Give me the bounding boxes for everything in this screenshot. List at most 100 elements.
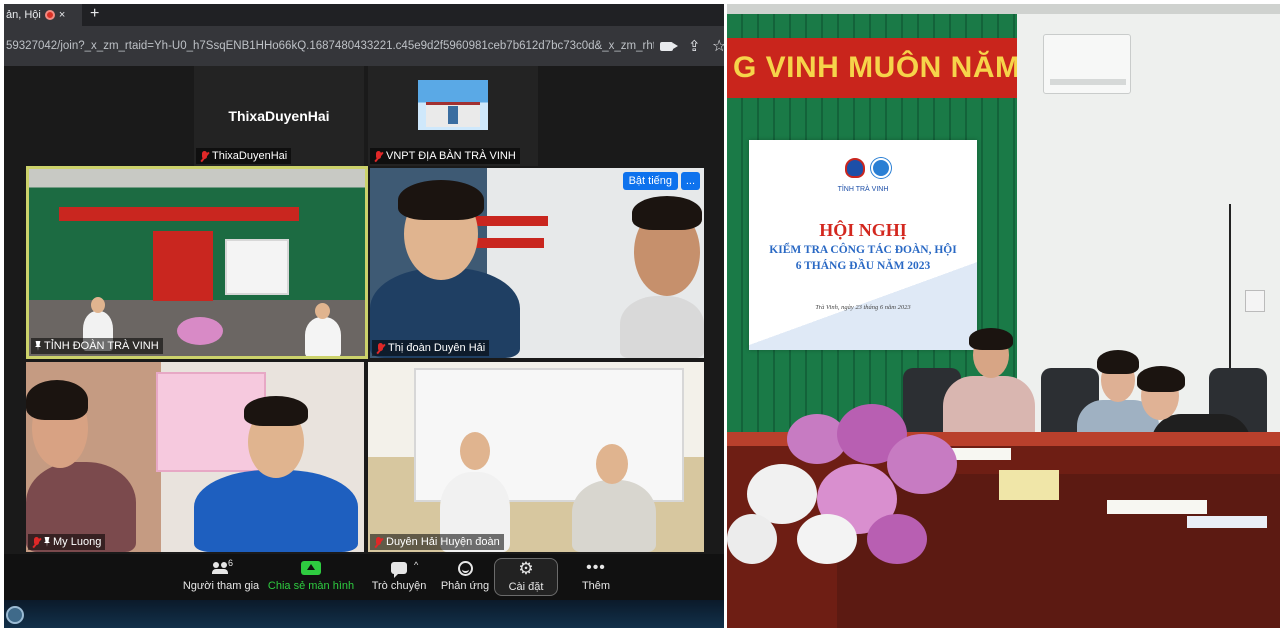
scene-head [315, 303, 330, 319]
mic-off-icon [374, 150, 383, 162]
attendee-hair [1097, 350, 1139, 374]
more-button[interactable]: ••• Thêm [568, 558, 624, 596]
screen-subtitle-line1: KIỂM TRA CÔNG TÁC ĐOÀN, HỘI [769, 244, 957, 256]
attendee-hair [1137, 366, 1185, 392]
video-tile-my-luong[interactable]: My Luong [26, 362, 364, 552]
scene-person [305, 317, 341, 356]
scene-hair [632, 196, 702, 230]
wall-banner: G VINH MUÔN NĂM [727, 38, 1020, 98]
scene-flowers [177, 317, 223, 345]
youth-association-logo-icon [871, 158, 891, 178]
orchid-petal [867, 514, 927, 564]
participant-name: My Luong [53, 536, 102, 548]
orchid-petal [887, 434, 957, 494]
speaker-hair [969, 328, 1013, 350]
scene-person [620, 296, 704, 358]
participant-name: Thị đoàn Duyên Hải [388, 342, 486, 354]
orchid-flowers [727, 394, 967, 594]
scene-banner [59, 207, 299, 221]
bookmark-star-icon[interactable]: ☆ [712, 36, 724, 56]
smiley-icon [457, 560, 473, 576]
scene-person [194, 470, 358, 552]
scene-head [596, 444, 628, 484]
pin-icon [35, 341, 41, 351]
screen-title: HỘI NGHỊ [819, 220, 907, 240]
new-tab-button[interactable]: + [90, 6, 99, 22]
participant-name-tag: VNPT ĐỊA BÀN TRÀ VINH [370, 148, 520, 164]
video-tile-vnpt[interactable]: VNPT ĐỊA BÀN TRÀ VINH [368, 66, 538, 166]
participant-name-tag: Thị đoàn Duyên Hải [372, 340, 490, 356]
scene-flag [153, 231, 213, 301]
mic-off-icon [376, 342, 385, 354]
participant-name: ThixaDuyenHai [212, 150, 288, 162]
settings-label: Cài đặt [508, 581, 544, 593]
reactions-button[interactable]: Phản ứng [438, 558, 492, 596]
mic-off-icon [374, 536, 383, 548]
scene-head [91, 297, 105, 313]
orchid-petal [727, 514, 777, 564]
participants-label: Người tham gia [182, 580, 260, 592]
scene-hair [26, 380, 88, 420]
address-bar[interactable]: 59327042/join?_x_zm_rtaid=Yh-U0_h7SsqENB… [4, 26, 724, 66]
share-screen-button[interactable]: Chia sẻ màn hình [266, 558, 356, 596]
wall-socket [1245, 290, 1265, 312]
participant-name-tag: ThixaDuyenHai [196, 148, 292, 164]
zoom-gallery-view: ThixaDuyenHai ThixaDuyenHai VNPT ĐỊA BÀN… [4, 66, 724, 554]
mic-off-icon [32, 536, 41, 548]
video-tile-tinh-doan[interactable]: TỈNH ĐOÀN TRÀ VINH [26, 166, 368, 359]
browser-tab[interactable]: ản, Hội × [4, 4, 82, 26]
participant-name: TỈNH ĐOÀN TRÀ VINH [44, 340, 159, 352]
settings-button[interactable]: ⚙ Cài đặt [494, 558, 558, 596]
participants-button[interactable]: 6 Người tham gia [182, 558, 260, 596]
url-text[interactable]: 59327042/join?_x_zm_rtaid=Yh-U0_h7SsqENB… [6, 40, 654, 52]
share-screen-icon [301, 561, 321, 575]
chat-icon [391, 562, 407, 578]
share-icon[interactable]: ⇪ [688, 37, 701, 55]
screen-date: Trà Vinh, ngày 23 tháng 6 năm 2023 [815, 304, 911, 311]
video-tile-thixaduyenhai[interactable]: ThixaDuyenHai ThixaDuyenHai [194, 66, 364, 166]
os-taskbar [4, 600, 724, 628]
tab-close-icon[interactable]: × [59, 9, 65, 21]
paper-sheet [1187, 516, 1267, 528]
meeting-room-photo: G VINH MUÔN NĂM TỈNH TRÀ VINH HỘI NGHỊ K… [727, 4, 1280, 628]
chat-label: Trò chuyện [371, 580, 427, 592]
browser-tab-bar: ản, Hội × + [4, 4, 724, 26]
scene-hair [244, 396, 308, 426]
scene-projection [225, 239, 289, 295]
participant-name-tag: My Luong [28, 534, 106, 550]
mic-off-icon [200, 150, 209, 162]
scene-head [460, 432, 490, 470]
tissue-box [999, 470, 1059, 500]
wall-wire [1229, 204, 1231, 384]
air-conditioner [1043, 34, 1131, 94]
gear-icon: ⚙ [518, 559, 534, 578]
projection-screen: TỈNH TRÀ VINH HỘI NGHỊ KIỂM TRA CÔNG TÁC… [749, 140, 977, 350]
screen-org-name: TỈNH TRÀ VINH [837, 186, 889, 193]
zoom-screenshot: ản, Hội × + 59327042/join?_x_zm_rtaid=Yh… [4, 4, 724, 628]
more-label: Thêm [581, 580, 611, 592]
participant-name-tag: TỈNH ĐOÀN TRÀ VINH [31, 338, 163, 354]
paper-sheet [1107, 500, 1207, 514]
chevron-up-icon[interactable]: ^ [414, 560, 418, 570]
more-dots-icon: ••• [586, 559, 606, 576]
screen-subtitle-line2: 6 THÁNG ĐẦU NĂM 2023 [795, 260, 931, 272]
participant-name-tag: Duyên Hải Huyện đoàn [370, 534, 504, 550]
reactions-label: Phản ứng [440, 580, 490, 592]
app-icon[interactable] [6, 606, 24, 624]
participant-name: VNPT ĐỊA BÀN TRÀ VINH [386, 150, 516, 162]
orchid-petal [797, 514, 857, 564]
chat-button[interactable]: ^ Trò chuyện [364, 558, 434, 596]
unmute-button[interactable]: Bật tiếng [622, 172, 678, 190]
browser-tab-title: ản, Hội [6, 9, 41, 21]
youth-union-logo-icon [845, 158, 865, 178]
scene-hair [398, 180, 484, 220]
video-tile-thi-doan[interactable]: Bật tiếng ... Thị đoàn Duyên Hải [370, 168, 704, 358]
tile-more-button[interactable]: ... [680, 172, 700, 190]
ceiling [727, 4, 1280, 14]
camera-icon[interactable] [660, 42, 678, 51]
zoom-toolbar: 6 Người tham gia Chia sẻ màn hình ^ Trò … [4, 554, 724, 600]
wall-banner-text: G VINH MUÔN NĂM [733, 51, 1021, 84]
recording-icon [44, 10, 55, 20]
participant-name: Duyên Hải Huyện đoàn [386, 536, 500, 548]
video-tile-duyen-hai[interactable]: Duyên Hải Huyện đoàn [368, 362, 704, 552]
